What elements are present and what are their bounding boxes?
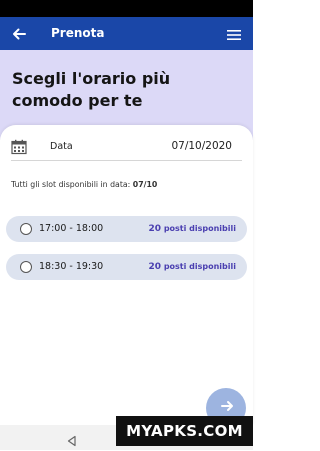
calendar-icon	[11, 139, 27, 155]
arrow-right-icon	[221, 401, 233, 411]
radio-button[interactable]	[20, 261, 32, 273]
back-button[interactable]	[10, 25, 28, 43]
page-title: Prenota	[51, 26, 105, 40]
slot-suffix: posti disponibili	[163, 224, 236, 233]
hamburger-menu-icon	[227, 30, 241, 40]
triangle-back-icon	[67, 435, 76, 447]
system-back-button[interactable]	[66, 432, 78, 447]
date-field[interactable]: Data 07/10/2020	[11, 138, 242, 161]
slot-count: 20	[148, 262, 162, 272]
slot-time: 18:30 - 19:30	[39, 261, 104, 272]
status-bar	[0, 0, 253, 17]
menu-button[interactable]	[226, 27, 242, 41]
slots-info-date: 07/10	[132, 180, 158, 189]
app-bar: Prenota	[0, 17, 253, 50]
hero-title: Scegli l'orario più comodo per te	[12, 69, 171, 110]
slots-info-prefix: Tutti gli slot disponibili in data:	[11, 180, 131, 189]
arrow-left-icon	[13, 28, 26, 40]
time-slot-option[interactable]: 17:00 - 18:00 20 posti disponibili	[6, 216, 247, 242]
date-label: Data	[50, 141, 73, 152]
slot-availability: 20 posti disponibili	[148, 224, 236, 234]
slots-info-text: Tutti gli slot disponibili in data: 07/1…	[11, 180, 157, 189]
radio-button[interactable]	[20, 223, 32, 235]
slot-time: 17:00 - 18:00	[39, 223, 104, 234]
slot-availability: 20 posti disponibili	[148, 262, 236, 272]
watermark: MYAPKS.COM	[116, 416, 253, 446]
booking-sheet: Data 07/10/2020 Tutti gli slot disponibi…	[0, 125, 253, 425]
slot-suffix: posti disponibili	[163, 262, 236, 271]
time-slot-option[interactable]: 18:30 - 19:30 20 posti disponibili	[6, 254, 247, 280]
slot-count: 20	[148, 224, 162, 234]
date-value: 07/10/2020	[171, 140, 232, 152]
